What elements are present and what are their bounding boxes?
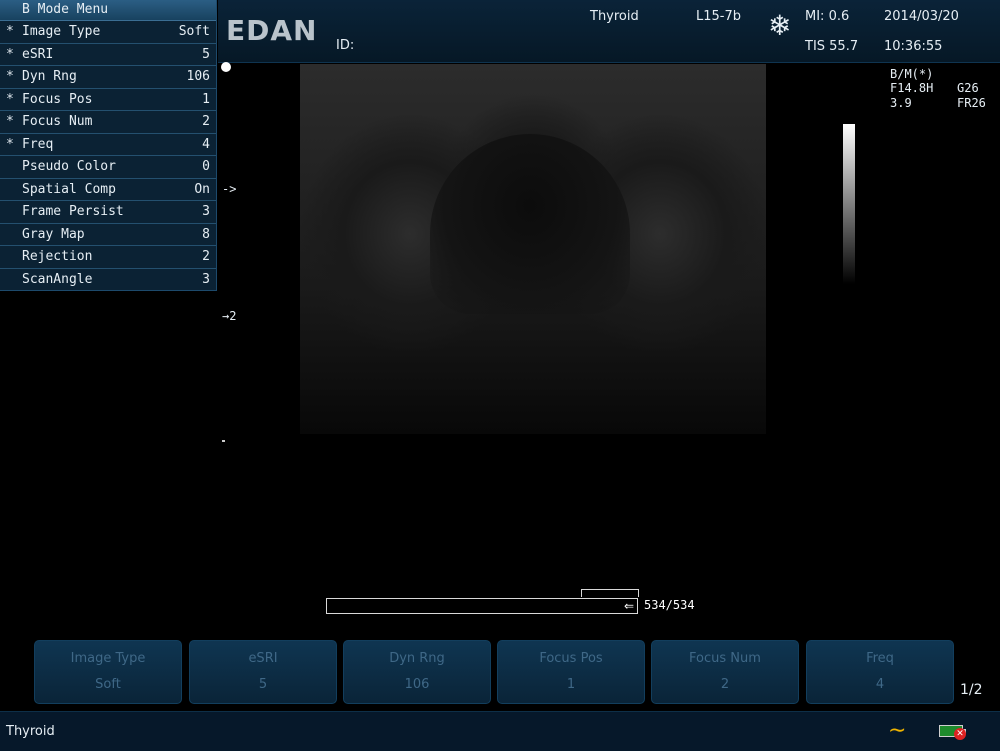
menu-item-value: On — [194, 181, 210, 197]
edan-logo: EDAN — [226, 14, 318, 47]
cine-range-bracket[interactable] — [581, 589, 639, 597]
menu-item-focus-num[interactable]: * Focus Num 2 — [0, 111, 216, 134]
top-header: EDAN ID: Thyroid L15-7b ❄ MI: 0.6 TIS 55… — [218, 0, 1000, 63]
menu-item-label: Focus Num — [22, 114, 93, 129]
ac-wave-icon: ∼ — [888, 718, 907, 743]
menu-item-value: 3 — [202, 271, 210, 287]
frame-rate-label: FR26 — [957, 96, 986, 110]
depth-tick — [222, 440, 225, 442]
cine-frame-count: 534/534 — [644, 598, 695, 612]
menu-item-value: 3 — [202, 204, 210, 219]
menu-item-value: 5 — [202, 46, 210, 62]
menu-item-label: eSRI — [22, 46, 54, 62]
menu-item-label: Image Type — [22, 24, 101, 39]
frequency-label: F14.8H — [890, 81, 934, 95]
exam-type: Thyroid — [590, 9, 639, 24]
status-text: Thyroid — [6, 724, 55, 739]
menu-item-value: 8 — [202, 226, 210, 242]
menu-item-label: Focus Pos — [22, 91, 93, 107]
menu-item-value: 106 — [186, 69, 210, 84]
menu-item-freq[interactable]: * Freq 4 — [0, 134, 216, 156]
menu-item-label: Gray Map — [22, 226, 85, 242]
snowflake-icon: ❄ — [768, 9, 792, 42]
tis-value: TIS 55.7 — [805, 39, 859, 54]
menu-item-value: 2 — [202, 249, 210, 264]
menu-item-spatial-comp[interactable]: Spatial Comp On — [0, 179, 216, 201]
menu-item-image-type[interactable]: * Image Type Soft — [0, 21, 216, 44]
menu-item-label: ScanAngle — [22, 271, 93, 287]
menu-item-value: 4 — [202, 136, 210, 152]
menu-item-scan-angle[interactable]: ScanAngle 3 — [0, 269, 216, 292]
date: 2014/03/20 — [884, 9, 959, 24]
softkey-freq[interactable]: Freq 4 — [806, 640, 954, 704]
patient-id-label: ID: — [336, 38, 355, 53]
menu-item-value: 2 — [202, 114, 210, 129]
b-mode-menu: B Mode Menu * Image Type Soft * eSRI 5 * Dyn … — [0, 0, 217, 291]
status-bar: Thyroid ∼ ✕ — [0, 711, 1000, 751]
menu-item-label: Dyn Rng — [22, 69, 77, 84]
softkey-bar: Image Type Soft eSRI 5 Dyn Rng 106 Focus Po… — [34, 640, 956, 704]
cine-arrow-icon[interactable]: ⇐ — [622, 598, 636, 614]
menu-item-frame-persist[interactable]: Frame Persist 3 — [0, 201, 216, 224]
mode-label: B/M(*) — [890, 67, 934, 81]
menu-item-label: Pseudo Color — [22, 159, 116, 174]
mi-value: MI: 0.6 — [805, 9, 850, 24]
menu-title: B Mode Menu — [0, 0, 216, 21]
probe-name: L15-7b — [696, 9, 741, 24]
menu-item-value: 0 — [202, 159, 210, 174]
softkey-dyn-rng[interactable]: Dyn Rng 106 — [343, 640, 491, 704]
grayscale-bar — [843, 124, 855, 284]
focus-marker-2: →2 — [222, 309, 237, 323]
softkey-focus-num[interactable]: Focus Num 2 — [651, 640, 799, 704]
cine-progress-bar[interactable] — [326, 598, 638, 614]
depth-label: 3.9 — [890, 96, 912, 110]
menu-item-esri[interactable]: * eSRI 5 — [0, 44, 216, 66]
menu-item-dyn-rng[interactable]: * Dyn Rng 106 — [0, 66, 216, 89]
menu-item-label: Freq — [22, 136, 54, 152]
softkey-esri[interactable]: eSRI 5 — [189, 640, 337, 704]
menu-item-value: Soft — [178, 24, 210, 39]
menu-item-value: 1 — [202, 91, 210, 107]
thyroid-region — [430, 134, 630, 314]
focus-marker-1: -> — [222, 182, 237, 196]
softkey-focus-pos[interactable]: Focus Pos 1 — [497, 640, 645, 704]
menu-item-label: Spatial Comp — [22, 181, 116, 197]
menu-item-pseudo-color[interactable]: Pseudo Color 0 — [0, 156, 216, 179]
menu-item-label: Rejection — [22, 249, 93, 264]
menu-item-focus-pos[interactable]: * Focus Pos 1 — [0, 89, 216, 111]
softkey-image-type[interactable]: Image Type Soft — [34, 640, 182, 704]
gain-label: G26 — [957, 81, 979, 95]
orientation-marker — [221, 62, 231, 72]
menu-item-gray-map[interactable]: Gray Map 8 — [0, 224, 216, 246]
menu-item-rejection[interactable]: Rejection 2 — [0, 246, 216, 269]
ultrasound-image[interactable] — [300, 64, 766, 434]
time: 10:36:55 — [884, 39, 943, 54]
page-indicator[interactable]: 1/2 — [960, 682, 983, 698]
menu-item-label: Frame Persist — [22, 204, 124, 219]
battery-error-icon: ✕ — [954, 728, 966, 740]
